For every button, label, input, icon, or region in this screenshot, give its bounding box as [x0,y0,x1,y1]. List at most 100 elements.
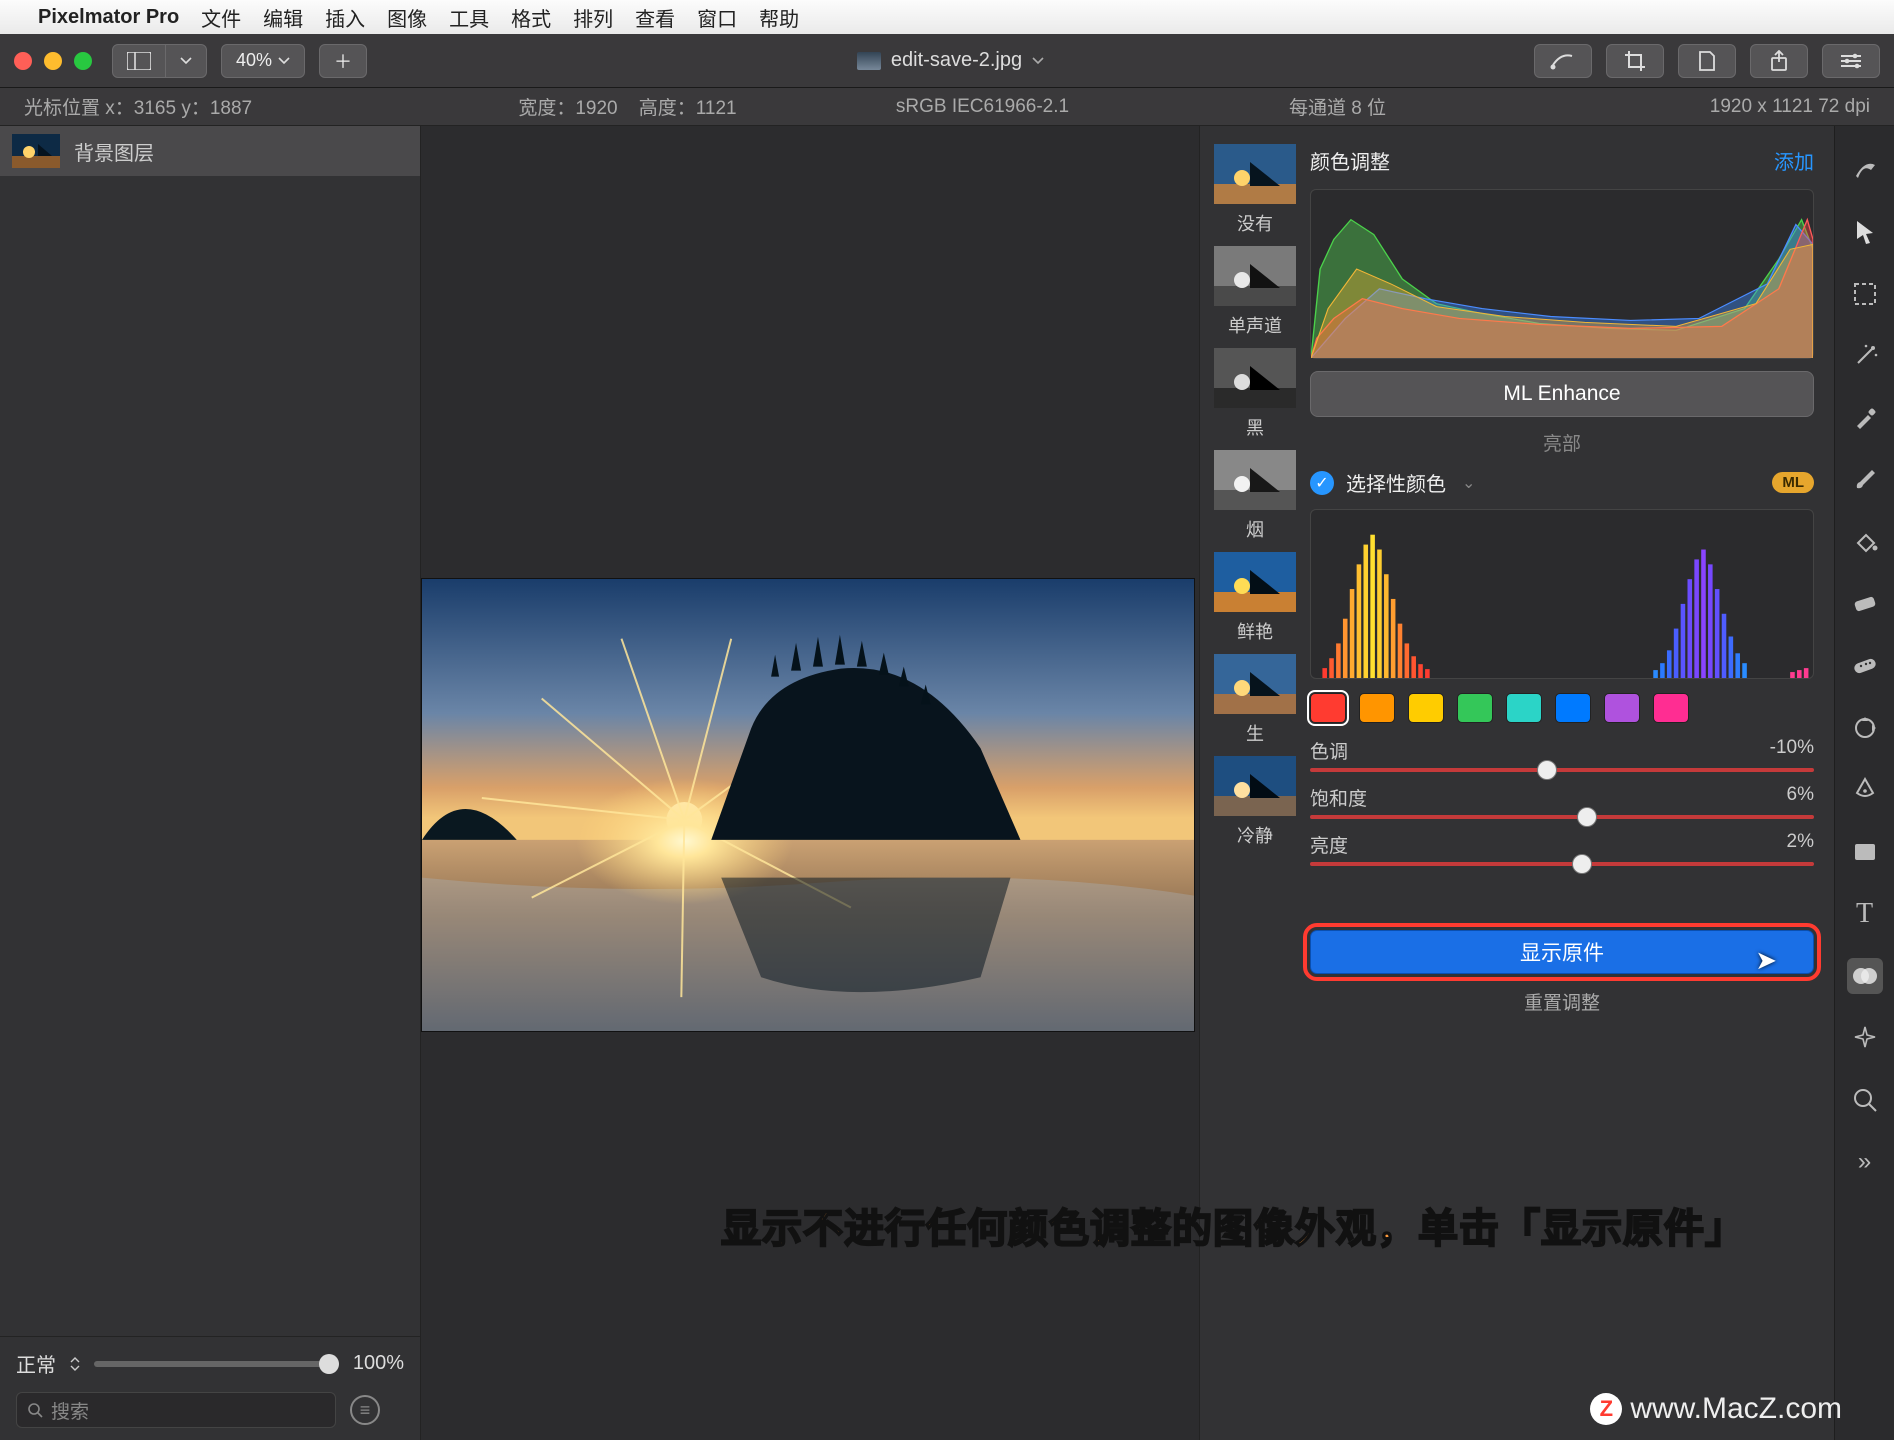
eyedropper-icon[interactable] [1847,400,1883,436]
layers-panel-footer: 正常 100% 搜索 ≡ [0,1336,420,1440]
menubar-insert[interactable]: 插入 [325,3,365,32]
paint-tool-icon[interactable] [1847,152,1883,188]
layer-search-input[interactable]: 搜索 [16,1392,336,1428]
canvas-area[interactable]: 显示不进行任何颜色调整的图像外观，单击「显示原件」 [421,126,1199,1440]
preset-label: 冷静 [1237,822,1273,848]
swatch-purple[interactable] [1604,693,1640,723]
tutorial-annotation-text: 显示不进行任何颜色调整的图像外观，单击「显示原件」 [721,1196,1746,1254]
selective-color-histogram [1310,509,1814,679]
layer-thumbnail [12,134,60,168]
preset-smoke[interactable]: 烟 [1214,450,1296,542]
sidebar-toggle-button[interactable] [112,44,166,78]
menubar-window[interactable]: 窗口 [697,3,737,32]
chevron-down-icon[interactable] [1032,57,1044,65]
cursor-position-label: 光标位置 x：3165 y：1887 [24,93,450,120]
layer-name: 背景图层 [74,137,154,166]
menubar-view[interactable]: 查看 [635,3,675,32]
text-tool-icon[interactable]: T [1847,896,1883,932]
sidebar-dropdown-button[interactable] [166,44,207,78]
updown-icon[interactable] [70,1357,80,1371]
menubar-format[interactable]: 格式 [511,3,551,32]
color-swatches [1310,691,1814,725]
watermark: Z www.MacZ.com [1590,1392,1842,1426]
inspector-add-button[interactable]: 添加 [1774,146,1814,175]
preset-cool[interactable]: 冷静 [1214,756,1296,848]
toolbar-right-actions [1534,44,1880,78]
lum-label: 亮度 [1310,831,1348,858]
swatch-red[interactable] [1310,693,1346,723]
luminance-slider[interactable] [1310,862,1814,866]
layer-filter-button[interactable]: ≡ [350,1395,380,1425]
heal-tool-icon[interactable] [1847,648,1883,684]
pen-tool-icon[interactable] [1847,772,1883,808]
info-height: 高度：1121 [639,98,737,119]
menubar-arrange[interactable]: 排列 [573,3,613,32]
color-adjust-tool-icon[interactable] [1847,958,1883,994]
selective-color-header[interactable]: ✓ 选择性颜色 ⌄ ML [1310,468,1814,497]
preset-black[interactable]: 黑 [1214,348,1296,440]
menubar-edit[interactable]: 编辑 [263,3,303,32]
info-width: 宽度：1920 [518,98,617,119]
main-area: 背景图层 正常 100% 搜索 ≡ [0,126,1894,1440]
zoom-selector[interactable]: 40% [221,44,305,78]
effects-tool-icon[interactable] [1847,1020,1883,1056]
opacity-value: 100% [353,1352,404,1375]
bucket-tool-icon[interactable] [1847,524,1883,560]
color-picker-tool-button[interactable] [1534,44,1592,78]
add-button[interactable]: ＋ [319,44,367,78]
transform-tool-icon[interactable] [1847,710,1883,746]
swatch-yellow[interactable] [1408,693,1444,723]
share-button[interactable] [1750,44,1808,78]
close-window-button[interactable] [14,52,32,70]
preset-none[interactable]: 没有 [1214,144,1296,236]
swatch-magenta[interactable] [1653,693,1689,723]
canvas-image [421,578,1195,1032]
eraser-tool-icon[interactable] [1847,586,1883,622]
magic-wand-icon[interactable] [1847,338,1883,374]
inspector-toggle-button[interactable] [1822,44,1880,78]
rectangle-tool-icon[interactable] [1847,834,1883,870]
menubar-app-name[interactable]: Pixelmator Pro [38,6,179,29]
ml-badge[interactable]: ML [1772,472,1814,493]
zoom-tool-icon[interactable] [1847,1082,1883,1118]
blend-mode-selector[interactable]: 正常 [16,1349,56,1378]
preset-mono[interactable]: 单声道 [1214,246,1296,338]
inspector-title: 颜色调整 [1310,146,1390,175]
reset-adjustments-button[interactable]: 重置调整 [1310,988,1814,1015]
crop-tool-button[interactable] [1606,44,1664,78]
more-tools-icon[interactable]: » [1847,1144,1883,1180]
minimize-window-button[interactable] [44,52,62,70]
swatch-cyan[interactable] [1506,693,1542,723]
search-placeholder: 搜索 [51,1397,89,1424]
info-dims: 宽度：1920 高度：1121 [450,93,805,120]
swatch-blue[interactable] [1555,693,1591,723]
swatch-orange[interactable] [1359,693,1395,723]
hue-slider[interactable] [1310,768,1814,772]
document-thumbnail-icon [857,52,881,70]
app-toolbar: 40% ＋ edit-save-2.jpg [0,34,1894,88]
window-controls [14,52,92,70]
brush-tool-icon[interactable] [1847,462,1883,498]
saturation-slider[interactable] [1310,815,1814,819]
menubar-file[interactable]: 文件 [201,3,241,32]
preset-vivid[interactable]: 鲜艳 [1214,552,1296,644]
layer-row-background[interactable]: 背景图层 [0,126,420,176]
checkmark-icon: ✓ [1310,471,1334,495]
image-dimensions-label: 1920 x 1121 72 dpi [1515,96,1870,118]
show-original-label: 显示原件 [1520,937,1604,967]
preset-raw[interactable]: 生 [1214,654,1296,746]
ml-enhance-button[interactable]: ML Enhance [1310,371,1814,417]
menubar-tools[interactable]: 工具 [449,3,489,32]
menubar-image[interactable]: 图像 [387,3,427,32]
fullscreen-window-button[interactable] [74,52,92,70]
swatch-green[interactable] [1457,693,1493,723]
bit-depth-label: 每通道 8 位 [1160,93,1515,120]
document-filename: edit-save-2.jpg [891,49,1022,72]
zoom-value: 40% [236,50,272,71]
opacity-slider[interactable] [94,1361,339,1367]
menubar-help[interactable]: 帮助 [759,3,799,32]
page-tool-button[interactable] [1678,44,1736,78]
show-original-button[interactable]: 显示原件 ➤ [1310,930,1814,974]
arrow-tool-icon[interactable] [1847,214,1883,250]
marquee-tool-icon[interactable] [1847,276,1883,312]
